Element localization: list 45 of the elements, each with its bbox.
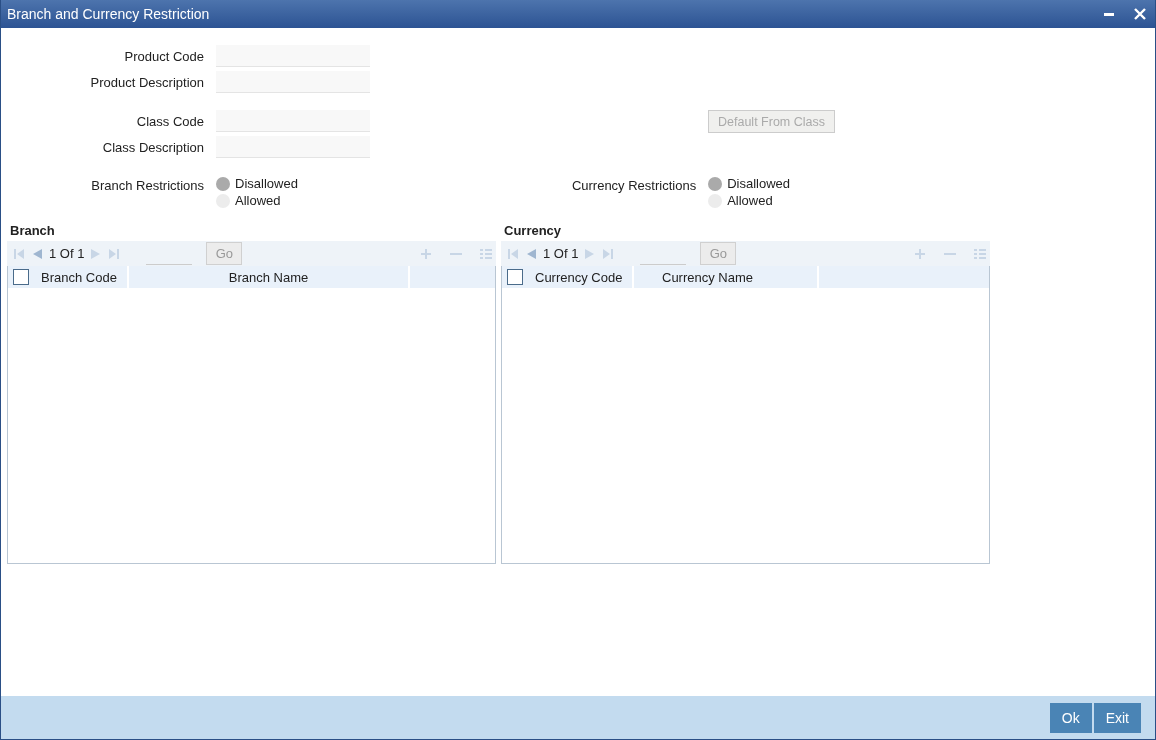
radio-label: Disallowed [235,176,298,191]
page-indicator: 1 Of 1 [49,246,85,261]
radio-label: Allowed [235,193,281,208]
field-label: Product Code [123,48,204,64]
text-field[interactable] [216,110,370,132]
footer-button[interactable]: Ok [1049,702,1092,733]
list-view-icon[interactable] [480,247,492,260]
select-all-checkbox[interactable] [13,269,29,285]
column-header[interactable]: Branch Code [37,266,129,288]
field-label: Class Description [101,139,204,155]
section-title: Branch [9,221,56,240]
radio-label: Disallowed [727,176,790,191]
delete-row-icon[interactable] [944,252,956,255]
close-icon[interactable] [1134,8,1146,20]
minimize-icon[interactable] [1104,12,1114,16]
last-page-icon[interactable] [108,247,121,260]
add-row-icon[interactable] [420,247,432,260]
first-page-icon[interactable] [507,247,519,260]
field-label: Product Description [89,74,204,90]
field-label: Currency Restrictions [571,178,697,195]
section-title: Currency [503,221,563,240]
column-header[interactable]: Currency Name [634,266,819,288]
add-row-icon[interactable] [914,247,926,260]
footer-button[interactable]: Exit [1093,702,1141,733]
column-header[interactable]: Currency Code [531,266,634,288]
previous-page-icon[interactable] [525,247,537,260]
go-button[interactable]: Go [206,242,243,265]
delete-row-icon[interactable] [450,252,462,255]
window-title: Branch and Currency Restriction [7,6,211,22]
column-header[interactable]: Branch Name [129,266,410,288]
go-button[interactable]: Go [700,242,737,265]
text-field[interactable] [216,136,370,158]
first-page-icon[interactable] [13,247,25,260]
radio-button[interactable] [708,176,723,191]
last-page-icon[interactable] [602,247,615,260]
field-label: Class Code [135,113,204,129]
text-field[interactable] [216,45,370,67]
select-all-checkbox[interactable] [507,269,523,285]
list-view-icon[interactable] [974,247,986,260]
previous-page-icon[interactable] [31,247,43,260]
page-indicator: 1 Of 1 [543,246,579,261]
radio-label: Allowed [727,193,773,208]
text-field[interactable] [216,71,370,93]
radio-button[interactable] [216,176,230,191]
field-label: Branch Restrictions [90,178,204,195]
